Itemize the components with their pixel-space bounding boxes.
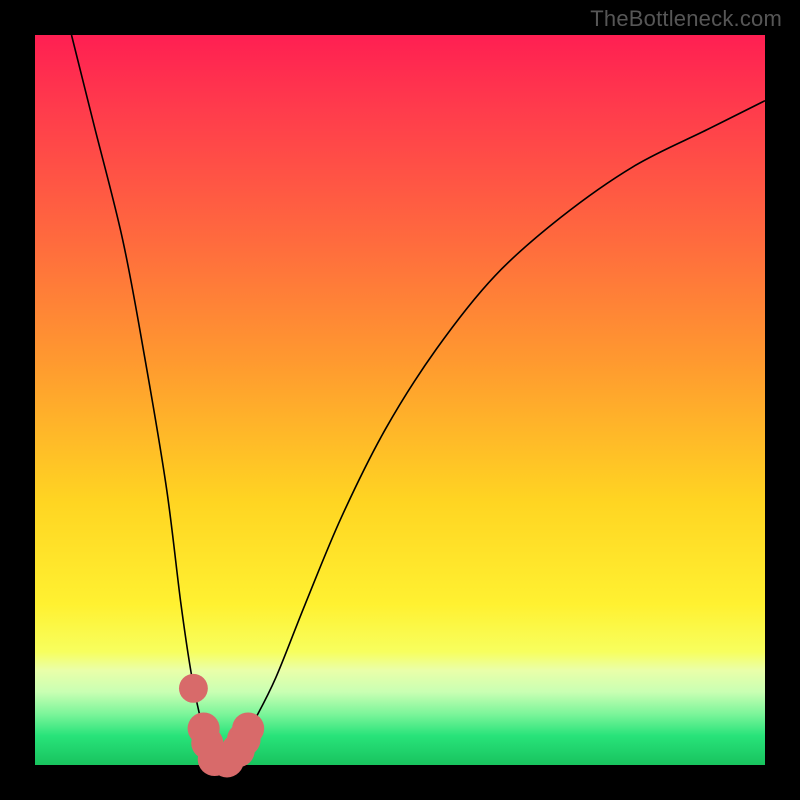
bottleneck-curve — [72, 35, 766, 766]
watermark-text: TheBottleneck.com — [590, 6, 782, 32]
highlight-dot — [232, 712, 264, 744]
highlight-dot — [179, 674, 208, 703]
highlight-dots — [179, 674, 264, 778]
plot-area — [35, 35, 765, 765]
curve-svg — [35, 35, 765, 765]
chart-frame: TheBottleneck.com — [0, 0, 800, 800]
